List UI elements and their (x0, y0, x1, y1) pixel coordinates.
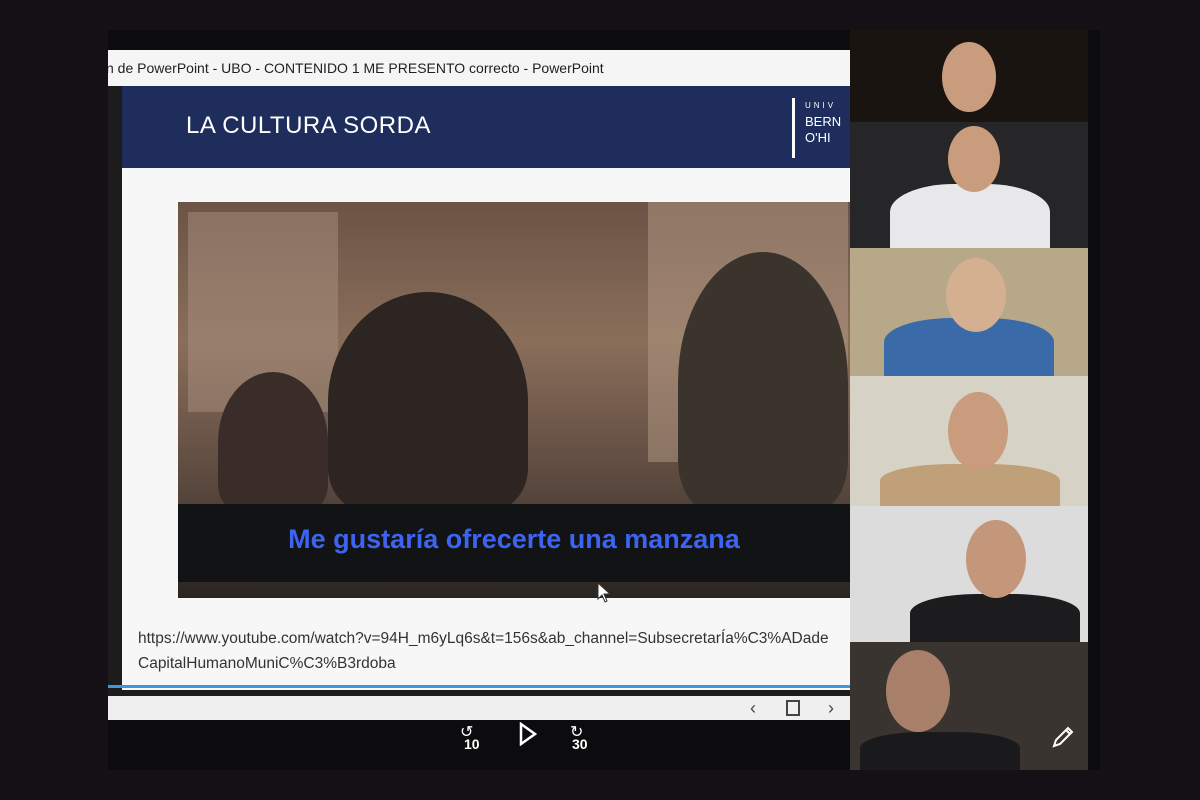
rewind-button[interactable]: ↺ 10 (460, 722, 480, 752)
window-title-bar[interactable]: n de PowerPoint - UBO - CONTENIDO 1 ME P… (108, 50, 850, 86)
window-title: n de PowerPoint - UBO - CONTENIDO 1 ME P… (108, 60, 604, 76)
powerpoint-window[interactable]: n de PowerPoint - UBO - CONTENIDO 1 ME P… (108, 50, 850, 720)
video-person-2 (328, 292, 528, 512)
participant-body (860, 732, 1020, 770)
participant-face (942, 42, 996, 112)
participant-body (890, 184, 1050, 248)
video-subtitle: Me gustaría ofrecerte una manzana (288, 524, 740, 554)
meeting-screen: n de PowerPoint - UBO - CONTENIDO 1 ME P… (0, 0, 1200, 800)
slide-area: LA CULTURA SORDA UNIV BERN O'HI Me gusta… (108, 86, 850, 696)
forward-button[interactable]: ↻ 30 (570, 722, 588, 752)
logo-line-3: O'HI (805, 130, 831, 145)
logo-line-1: UNIV (805, 101, 837, 110)
notes-icon[interactable] (786, 700, 800, 716)
play-button[interactable] (518, 721, 538, 749)
mouse-cursor-icon (597, 582, 612, 603)
participant-tile-1[interactable] (850, 30, 1088, 122)
pencil-icon[interactable] (1048, 722, 1078, 752)
participant-face (948, 126, 1000, 192)
youtube-link[interactable]: https://www.youtube.com/watch?v=94H_m6yL… (138, 626, 838, 676)
rewind-label: 10 (464, 736, 480, 752)
participant-tile-3[interactable] (850, 248, 1088, 376)
participant-body (910, 594, 1080, 642)
accent-line (108, 685, 850, 688)
chevron-left-icon[interactable]: ‹ (750, 696, 756, 720)
chevron-right-icon[interactable]: › (828, 696, 834, 720)
slide-title: LA CULTURA SORDA (186, 112, 431, 139)
participant-body (880, 464, 1060, 506)
university-logo: UNIV BERN O'HI (792, 98, 850, 158)
slide[interactable]: LA CULTURA SORDA UNIV BERN O'HI Me gusta… (122, 86, 850, 690)
participant-face (966, 520, 1026, 598)
embedded-video[interactable]: Me gustaría ofrecerte una manzana (178, 202, 850, 598)
video-person-3 (678, 252, 848, 512)
forward-label: 30 (572, 736, 588, 752)
participant-tile-4[interactable] (850, 376, 1088, 506)
slideshow-status-bar: ‹ › (108, 696, 850, 720)
participant-tile-2[interactable] (850, 122, 1088, 248)
video-person-1 (218, 372, 328, 512)
participant-face (946, 258, 1006, 332)
participant-tile-5[interactable] (850, 506, 1088, 642)
logo-line-2: BERN (805, 114, 842, 129)
play-icon (519, 721, 538, 747)
participant-face (886, 650, 950, 732)
participant-face (948, 392, 1008, 470)
slide-header: LA CULTURA SORDA UNIV BERN O'HI (122, 86, 850, 168)
playback-controls: ↺ 10 ↻ 30 (450, 718, 610, 758)
